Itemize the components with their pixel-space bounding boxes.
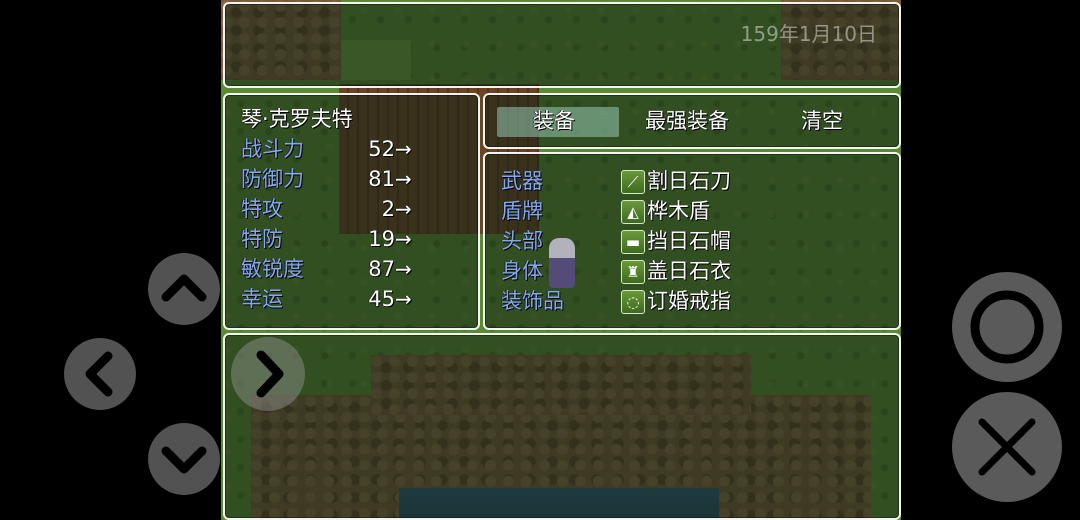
status-window: 琴·克罗夫特 战斗力 52 → 防御力 81 → 特攻 2 → 特防 19 → … (223, 93, 480, 330)
game-date: 159年1月10日 (740, 22, 877, 46)
actor-name: 琴·克罗夫特 (241, 107, 353, 131)
stat-value: 81 (368, 167, 395, 191)
cancel-button[interactable] (952, 392, 1062, 502)
slot-label[interactable]: 装饰品 (501, 286, 564, 316)
slot-item[interactable]: 桦木盾 (647, 196, 710, 226)
date-window: 159年1月10日 (223, 2, 901, 88)
game-screen: 159年1月10日 琴·克罗夫特 战斗力 52 → 防御力 81 → 特攻 2 … (221, 0, 901, 520)
chevron-right-icon (256, 350, 284, 398)
armor-icon: ♜ (621, 260, 645, 284)
stat-arrow: → (395, 167, 412, 191)
slot-label[interactable]: 身体 (501, 256, 543, 286)
slot-label[interactable]: 盾牌 (501, 196, 543, 226)
chevron-up-icon (161, 274, 207, 302)
slot-label[interactable]: 武器 (501, 166, 543, 196)
stat-arrow: → (395, 257, 412, 281)
stat-arrow: → (395, 227, 412, 251)
stat-arrow: → (395, 137, 412, 161)
stat-value: 19 (368, 227, 395, 251)
dpad-right[interactable] (231, 337, 305, 411)
command-window: 装备 最强装备 清空 (483, 93, 901, 149)
stat-value: 45 (368, 287, 395, 311)
command-optimize[interactable]: 最强装备 (645, 106, 729, 136)
command-equip[interactable]: 装备 (533, 106, 575, 136)
stat-label: 战斗力 (241, 137, 304, 161)
slot-item[interactable]: 盖日石衣 (647, 256, 731, 286)
sword-icon: ⟋ (621, 170, 645, 194)
stat-value: 87 (368, 257, 395, 281)
hat-icon: ▬ (621, 230, 645, 254)
dpad-down[interactable] (148, 423, 220, 495)
stat-value: 52 (368, 137, 395, 161)
stat-label: 幸运 (241, 287, 283, 311)
confirm-button[interactable] (952, 272, 1062, 382)
shield-icon: ◭ (621, 200, 645, 224)
slot-label[interactable]: 头部 (501, 226, 543, 256)
stat-value: 2 (381, 197, 395, 221)
circle-icon (970, 290, 1044, 364)
slot-item[interactable]: 订婚戒指 (647, 286, 731, 316)
cross-icon (978, 418, 1036, 476)
stat-arrow: → (395, 197, 412, 221)
stat-label: 防御力 (241, 167, 304, 191)
command-clear[interactable]: 清空 (801, 106, 843, 136)
dpad-up[interactable] (148, 253, 220, 325)
dpad-left[interactable] (64, 338, 136, 410)
ring-icon: ◌ (621, 290, 645, 314)
character-sprite (549, 238, 575, 288)
chevron-down-icon (161, 446, 207, 474)
stat-label: 特攻 (241, 197, 283, 221)
stat-label: 特防 (241, 227, 283, 251)
chevron-left-icon (85, 351, 113, 397)
stat-arrow: → (395, 287, 412, 311)
equip-slot-window: 武器 ⟋ 割日石刀 盾牌 ◭ 桦木盾 头部 ▬ 挡日石帽 身体 ♜ 盖日石衣 装… (483, 152, 901, 330)
stat-label: 敏锐度 (241, 257, 304, 281)
slot-item[interactable]: 割日石刀 (647, 166, 731, 196)
slot-item[interactable]: 挡日石帽 (647, 226, 731, 256)
item-list-window (223, 333, 901, 520)
